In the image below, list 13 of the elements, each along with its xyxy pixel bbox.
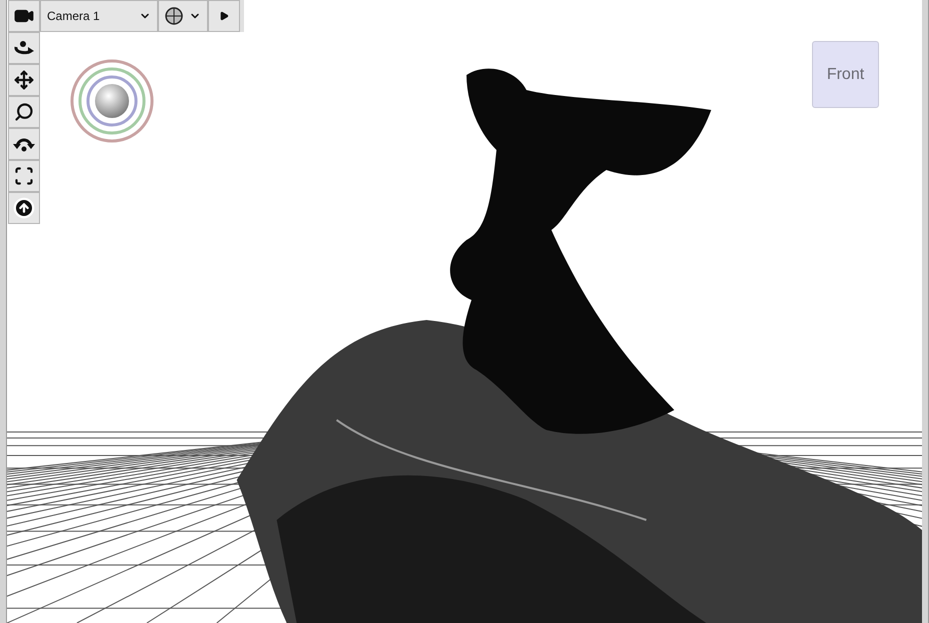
play-button[interactable]: [208, 0, 240, 32]
shading-dropdown[interactable]: [158, 0, 208, 32]
move-icon[interactable]: [8, 64, 40, 96]
rotate-icon[interactable]: [8, 128, 40, 160]
search-icon[interactable]: [8, 96, 40, 128]
orbit-icon[interactable]: [8, 32, 40, 64]
rotation-gizmo-icon[interactable]: [70, 59, 154, 143]
camera-icon[interactable]: [8, 0, 40, 32]
camera-dropdown[interactable]: Camera 1: [40, 0, 158, 32]
arrow-up-icon[interactable]: [8, 192, 40, 224]
view-cube[interactable]: Front: [812, 41, 879, 108]
play-icon: [219, 11, 229, 21]
frame-icon[interactable]: [8, 160, 40, 192]
